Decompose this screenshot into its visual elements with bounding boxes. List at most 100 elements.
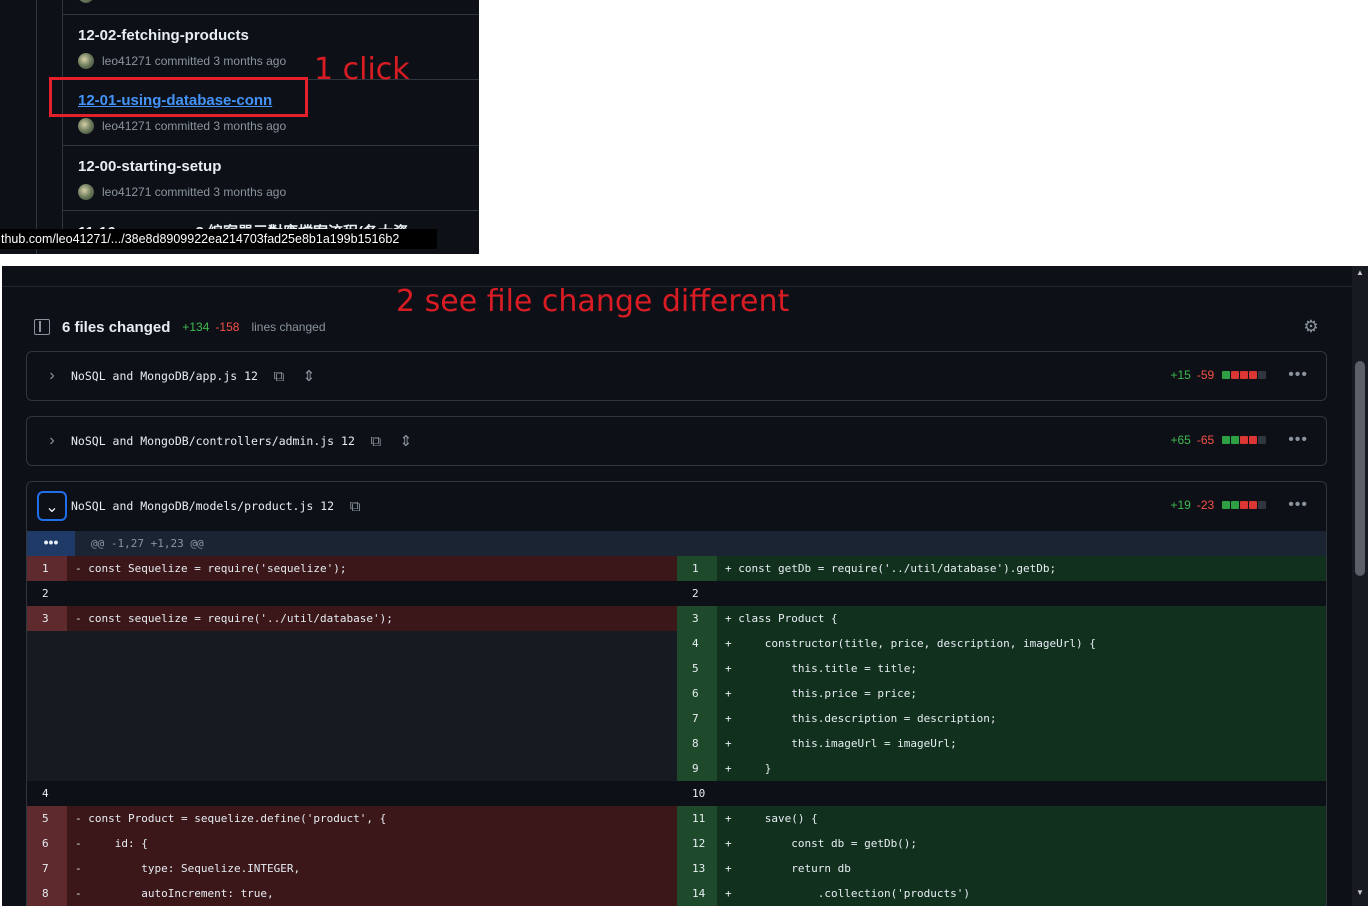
line-number[interactable]: 5 — [677, 656, 717, 681]
diff-line — [27, 631, 677, 656]
line-number[interactable]: 14 — [677, 881, 717, 906]
line-number[interactable]: 3 — [27, 606, 67, 631]
diff-line — [27, 681, 677, 706]
diff-line: 7 + this.description = description; — [677, 706, 1326, 731]
gear-icon[interactable]: ⚙ — [1302, 318, 1320, 336]
line-number[interactable]: 7 — [27, 856, 67, 881]
file-path[interactable]: NoSQL and MongoDB/app.js 12 — [71, 369, 258, 383]
scroll-down-arrow[interactable]: ▼ — [1352, 886, 1368, 900]
line-code: + .collection('products') — [725, 887, 971, 900]
diff-line: 2 — [677, 581, 1326, 606]
line-code: + class Product { — [725, 612, 838, 625]
diff-summary: 6 files changed +134 -158 lines changed — [34, 316, 326, 338]
copy-icon[interactable]: ⧉ — [367, 433, 385, 450]
line-number[interactable] — [27, 631, 67, 656]
expand-hunk-button[interactable]: ••• — [27, 531, 75, 556]
expand-vertical-icon[interactable]: ⇕ — [397, 432, 415, 450]
line-number[interactable]: 6 — [677, 681, 717, 706]
line-number[interactable]: 8 — [27, 881, 67, 906]
diff-line: 9 + } — [677, 756, 1326, 781]
line-code: + save() { — [725, 812, 818, 825]
avatar — [78, 118, 94, 134]
diffstat-blocks — [1222, 501, 1267, 509]
diffstat-blocks — [1222, 371, 1267, 379]
line-number[interactable]: 4 — [677, 631, 717, 656]
avatar — [78, 53, 94, 69]
commit-item[interactable]: 12-02-fetching-products leo41271 committ… — [63, 14, 479, 80]
diff-right-side: 1 + const getDb = require('../util/databa… — [677, 556, 1326, 906]
diffstat-block — [1222, 501, 1231, 509]
diff-line: 4 — [27, 781, 677, 806]
diffstat-block — [1258, 436, 1267, 444]
scroll-up-arrow[interactable]: ▲ — [1352, 266, 1368, 280]
chevron-down-icon[interactable]: ⌄ — [37, 491, 67, 521]
timeline-rail — [36, 0, 37, 254]
file-path[interactable]: NoSQL and MongoDB/models/product.js 12 — [71, 499, 334, 513]
commit-meta: leo41271 committed 3 months ago — [78, 118, 286, 134]
line-code: + this.imageUrl = imageUrl; — [725, 737, 957, 750]
diff-file-expanded: ⌄ NoSQL and MongoDB/models/product.js 12… — [26, 481, 1327, 906]
diffstat-block — [1249, 371, 1258, 379]
line-number[interactable]: 3 — [677, 606, 717, 631]
diff-line: 1 - const Sequelize = require('sequelize'… — [27, 556, 677, 581]
expand-vertical-icon[interactable]: ⇕ — [300, 367, 318, 385]
diff-line: 5 + this.title = title; — [677, 656, 1326, 681]
file-path[interactable]: NoSQL and MongoDB/controllers/admin.js 1… — [71, 434, 355, 448]
sidebar-toggle-icon[interactable] — [34, 319, 50, 335]
file-stats: +15 -59 ••• — [1170, 366, 1308, 384]
scrollbar-thumb[interactable] — [1355, 361, 1365, 576]
commit-meta: leo41271 committed 3 months ago — [78, 184, 286, 200]
commit-item[interactable]: 12-00-starting-setup leo41271 committed … — [63, 145, 479, 211]
line-number[interactable] — [27, 706, 67, 731]
line-code: - type: Sequelize.INTEGER, — [75, 862, 301, 875]
chevron-right-icon[interactable]: › — [37, 426, 67, 456]
line-number[interactable] — [27, 731, 67, 756]
diff-line: 8 - autoIncrement: true, — [27, 881, 677, 906]
file-header[interactable]: ⌄ NoSQL and MongoDB/models/product.js 12… — [27, 482, 1326, 530]
kebab-icon[interactable]: ••• — [1288, 431, 1308, 449]
line-code: - id: { — [75, 837, 148, 850]
diffstat-block — [1249, 436, 1258, 444]
scrollbar[interactable]: ▲ ▼ — [1352, 266, 1368, 906]
line-number[interactable]: 2 — [27, 581, 67, 606]
line-number[interactable]: 5 — [27, 806, 67, 831]
commit-meta-text: leo41271 committed 3 months ago — [102, 119, 287, 133]
line-code: + const getDb = require('../util/databas… — [725, 562, 1057, 575]
line-number[interactable]: 7 — [677, 706, 717, 731]
line-number[interactable]: 4 — [27, 781, 67, 806]
line-number[interactable]: 1 — [27, 556, 67, 581]
line-code: + this.price = price; — [725, 687, 918, 700]
line-number[interactable]: 12 — [677, 831, 717, 856]
diffstat-block — [1222, 371, 1231, 379]
line-number[interactable]: 9 — [677, 756, 717, 781]
kebab-icon[interactable]: ••• — [1288, 366, 1308, 384]
diff-line: 2 — [27, 581, 677, 606]
copy-icon[interactable]: ⧉ — [346, 498, 364, 515]
line-number[interactable]: 8 — [677, 731, 717, 756]
diff-line: 1 + const getDb = require('../util/databa… — [677, 556, 1326, 581]
line-number[interactable] — [27, 756, 67, 781]
diffstat-block — [1240, 371, 1249, 379]
line-code: + } — [725, 762, 772, 775]
chevron-right-icon[interactable]: › — [37, 361, 67, 391]
commit-meta-text: leo41271 committed 3 months ago — [102, 54, 287, 68]
line-number[interactable]: 1 — [677, 556, 717, 581]
copy-icon[interactable]: ⧉ — [270, 368, 288, 385]
file-header[interactable]: › NoSQL and MongoDB/app.js 12 ⧉ ⇕ +15 -5… — [27, 352, 1326, 400]
line-number[interactable]: 6 — [27, 831, 67, 856]
kebab-icon[interactable]: ••• — [1288, 496, 1308, 514]
diff-line: 3 - const sequelize = require('../util/da… — [27, 606, 677, 631]
line-number[interactable]: 10 — [677, 781, 717, 806]
avatar — [78, 184, 94, 200]
line-number[interactable]: 11 — [677, 806, 717, 831]
line-code: - const Product = sequelize.define('prod… — [75, 812, 387, 825]
diff-line: 6 + this.price = price; — [677, 681, 1326, 706]
commit-title[interactable]: 12-00-starting-setup — [78, 158, 221, 175]
line-number[interactable]: 2 — [677, 581, 717, 606]
diffstat-block — [1231, 501, 1240, 509]
file-header[interactable]: › NoSQL and MongoDB/controllers/admin.js… — [27, 417, 1326, 465]
line-number[interactable]: 13 — [677, 856, 717, 881]
commit-title[interactable]: 12-02-fetching-products — [78, 27, 249, 44]
line-number[interactable] — [27, 681, 67, 706]
line-number[interactable] — [27, 656, 67, 681]
